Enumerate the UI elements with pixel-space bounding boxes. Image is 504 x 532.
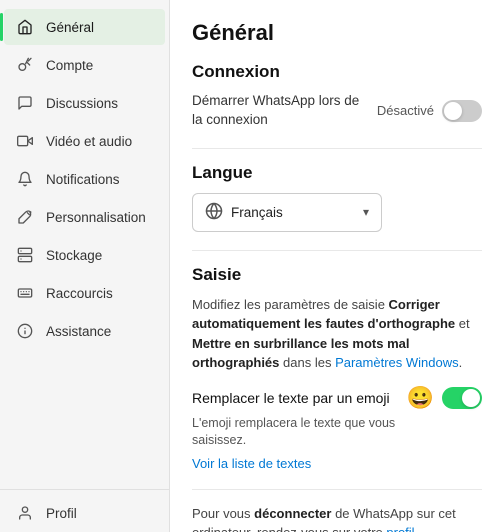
parametres-windows-link[interactable]: Paramètres Windows xyxy=(335,355,459,370)
sidebar-item-video[interactable]: Vidéo et audio xyxy=(4,123,165,159)
main-content: Général Connexion Démarrer WhatsApp lors… xyxy=(170,0,504,532)
sidebar-item-profil[interactable]: Profil xyxy=(4,495,165,531)
bell-icon xyxy=(16,170,34,188)
saisie-title: Saisie xyxy=(192,265,482,285)
langue-dropdown[interactable]: Français ▾ xyxy=(192,193,382,232)
sidebar-bottom: Profil xyxy=(0,489,169,532)
storage-icon xyxy=(16,246,34,264)
sidebar-item-stockage[interactable]: Stockage xyxy=(4,237,165,273)
connexion-toggle[interactable] xyxy=(442,100,482,122)
connexion-section: Connexion Démarrer WhatsApp lors de la c… xyxy=(192,62,482,130)
sidebar-item-compte[interactable]: Compte xyxy=(4,47,165,83)
connexion-toggle-text: Désactivé xyxy=(377,103,434,118)
globe-icon xyxy=(205,202,223,223)
sidebar-label-notifications: Notifications xyxy=(46,172,120,187)
sidebar: Général Compte Discussions Vidéo et audi… xyxy=(0,0,170,532)
page-title: Général xyxy=(192,20,482,46)
connexion-title: Connexion xyxy=(192,62,482,82)
sidebar-label-profil: Profil xyxy=(46,506,77,521)
sidebar-label-assistance: Assistance xyxy=(46,324,111,339)
sidebar-item-assistance[interactable]: Assistance xyxy=(4,313,165,349)
langue-title: Langue xyxy=(192,163,482,183)
video-icon xyxy=(16,132,34,150)
saisie-description: Modifiez les paramètres de saisie Corrig… xyxy=(192,295,482,373)
divider-3 xyxy=(192,489,482,490)
info-icon xyxy=(16,322,34,340)
sidebar-label-compte: Compte xyxy=(46,58,93,73)
connexion-row: Démarrer WhatsApp lors de la connexion D… xyxy=(192,92,482,130)
langue-left: Français xyxy=(205,202,283,223)
saisie-section: Saisie Modifiez les paramètres de saisie… xyxy=(192,265,482,471)
sidebar-label-personnalisation: Personnalisation xyxy=(46,210,146,225)
sidebar-label-stockage: Stockage xyxy=(46,248,102,263)
home-icon xyxy=(16,18,34,36)
brush-icon xyxy=(16,208,34,226)
sidebar-label-raccourcis: Raccourcis xyxy=(46,286,113,301)
person-icon xyxy=(16,504,34,522)
key-icon xyxy=(16,56,34,74)
langue-section: Langue Français ▾ xyxy=(192,163,482,232)
connexion-toggle-group: Désactivé xyxy=(377,100,482,122)
keyboard-icon xyxy=(16,284,34,302)
sidebar-item-personnalisation[interactable]: Personnalisation xyxy=(4,199,165,235)
sidebar-label-general: Général xyxy=(46,20,94,35)
disconnect-bold: déconnecter xyxy=(254,506,331,521)
disconnect-text: Pour vous déconnecter de WhatsApp sur ce… xyxy=(192,504,482,532)
divider-1 xyxy=(192,148,482,149)
divider-2 xyxy=(192,250,482,251)
emoji-description: L'emoji remplacera le texte que vous sai… xyxy=(192,415,402,450)
sidebar-item-discussions[interactable]: Discussions xyxy=(4,85,165,121)
voir-liste-link[interactable]: Voir la liste de textes xyxy=(192,456,482,471)
emoji-right: 😀 xyxy=(407,385,482,411)
emoji-toggle[interactable] xyxy=(442,387,482,409)
langue-selected: Français xyxy=(231,205,283,220)
sidebar-item-notifications[interactable]: Notifications xyxy=(4,161,165,197)
chevron-down-icon: ▾ xyxy=(363,205,369,219)
emoji-row: Remplacer le texte par un emoji 😀 xyxy=(192,385,482,411)
emoji-icon: 😀 xyxy=(407,385,434,411)
sidebar-label-video: Vidéo et audio xyxy=(46,134,132,149)
sidebar-item-raccourcis[interactable]: Raccourcis xyxy=(4,275,165,311)
sidebar-item-general[interactable]: Général xyxy=(4,9,165,45)
connexion-label: Démarrer WhatsApp lors de la connexion xyxy=(192,92,372,130)
emoji-title: Remplacer le texte par un emoji xyxy=(192,390,390,406)
sidebar-label-discussions: Discussions xyxy=(46,96,118,111)
profil-link[interactable]: profil xyxy=(386,525,414,532)
saisie-bold1: Corriger automatiquement les fautes d'or… xyxy=(192,297,455,332)
chat-icon xyxy=(16,94,34,112)
